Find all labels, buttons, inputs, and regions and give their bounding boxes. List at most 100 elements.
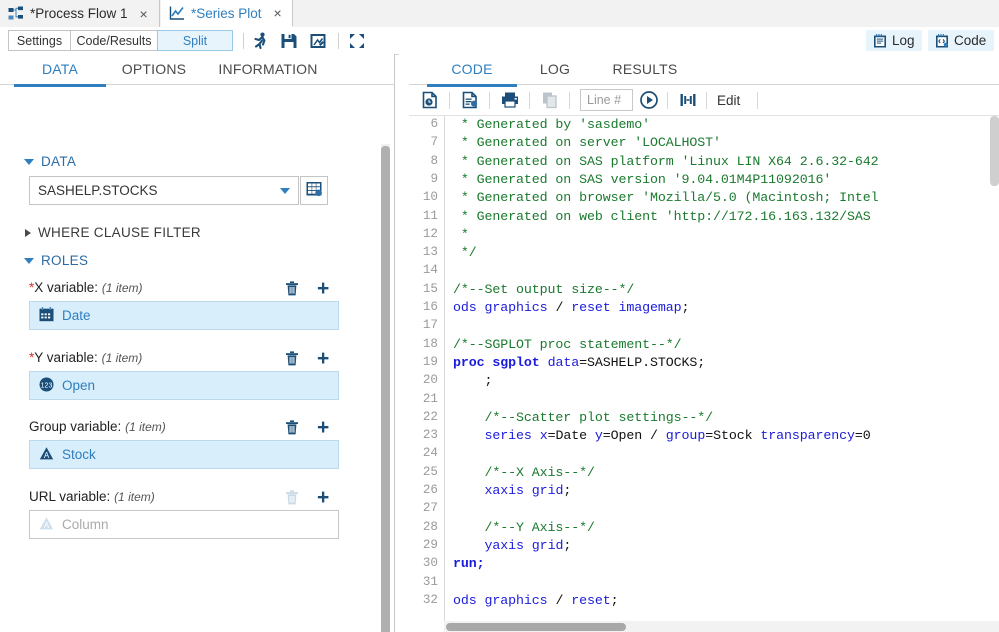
- calendar-icon: [39, 307, 54, 325]
- run-icon[interactable]: [250, 31, 270, 51]
- code-line[interactable]: /*--Y Axis--*/: [453, 520, 595, 535]
- close-icon[interactable]: ×: [274, 6, 282, 20]
- code-line[interactable]: * Generated on SAS platform 'Linux LIN X…: [453, 154, 879, 169]
- tab-options[interactable]: OPTIONS: [108, 54, 200, 84]
- line-number: 23: [423, 428, 438, 442]
- role-item-count: (1 item): [102, 351, 143, 365]
- role-label-text: Y variable:: [34, 350, 98, 365]
- code-line[interactable]: * Generated on SAS version '9.04.01M4P11…: [453, 172, 831, 187]
- group-variable-item[interactable]: A Stock: [29, 440, 339, 469]
- dataset-select[interactable]: SASHELP.STOCKS: [29, 176, 299, 205]
- code-line[interactable]: * Generated on web client 'http://172.16…: [453, 209, 871, 224]
- close-icon[interactable]: ×: [140, 7, 148, 21]
- split-view-button[interactable]: Split: [157, 30, 233, 51]
- save-as-icon[interactable]: [308, 31, 328, 51]
- url-variable-actions: +: [283, 487, 329, 508]
- line-number-input[interactable]: Line #: [580, 89, 633, 111]
- add-icon[interactable]: +: [317, 487, 329, 508]
- tab-log[interactable]: LOG: [521, 54, 589, 84]
- code-line[interactable]: ods graphics / reset imagemap;: [453, 300, 689, 315]
- tab-series-plot[interactable]: *Series Plot ×: [161, 0, 293, 27]
- save-icon[interactable]: [279, 31, 299, 51]
- line-number: 19: [423, 355, 438, 369]
- code-line[interactable]: * Generated by 'sasdemo': [453, 117, 650, 132]
- y-variable-actions: +: [283, 348, 329, 369]
- panel-splitter[interactable]: [399, 54, 409, 632]
- run-code-icon[interactable]: [639, 90, 661, 110]
- code-line[interactable]: */: [453, 245, 477, 260]
- code-horizontal-scrollbar[interactable]: [444, 621, 999, 632]
- url-variable-label: URL variable: (1 item): [29, 489, 155, 504]
- role-item-count: (1 item): [102, 281, 143, 295]
- url-variable-placeholder: Column: [62, 517, 109, 532]
- role-label-text: X variable:: [34, 280, 98, 295]
- edit-button[interactable]: Edit: [717, 93, 740, 108]
- print-icon[interactable]: [500, 90, 522, 110]
- settings-view-button[interactable]: Settings: [8, 30, 71, 51]
- log-button[interactable]: Log: [866, 30, 922, 51]
- add-icon[interactable]: +: [317, 278, 329, 299]
- line-number: 24: [423, 446, 438, 460]
- y-variable-value: Open: [62, 378, 95, 393]
- roles-section-header[interactable]: ROLES: [24, 253, 88, 268]
- log-button-label: Log: [892, 33, 915, 48]
- x-variable-item[interactable]: Date: [29, 301, 339, 330]
- add-icon[interactable]: +: [317, 417, 329, 438]
- code-line[interactable]: * Generated on server 'LOCALHOST': [453, 135, 721, 150]
- line-number: 20: [423, 373, 438, 387]
- new-snippet-icon[interactable]: [460, 90, 482, 110]
- code-line[interactable]: ;: [453, 373, 492, 388]
- tab-data[interactable]: DATA: [14, 54, 106, 87]
- x-variable-label: *X variable: (1 item): [29, 280, 143, 295]
- left-panel-scrollbar[interactable]: [381, 144, 390, 632]
- scrollbar-thumb[interactable]: [446, 623, 626, 631]
- where-clause-filter-header[interactable]: WHERE CLAUSE FILTER: [25, 225, 201, 240]
- code-button[interactable]: Code: [928, 30, 994, 51]
- data-section-header[interactable]: DATA: [24, 154, 76, 169]
- code-line[interactable]: /*--X Axis--*/: [453, 465, 595, 480]
- scrollbar-thumb[interactable]: [381, 146, 390, 632]
- line-number: 30: [423, 556, 438, 570]
- code-icon: [934, 33, 950, 49]
- code-results-view-button[interactable]: Code/Results: [70, 30, 158, 51]
- code-line[interactable]: series x=Date y=Open / group=Stock trans…: [453, 428, 871, 443]
- add-icon[interactable]: +: [317, 348, 329, 369]
- line-number: 28: [423, 520, 438, 534]
- format-code-icon[interactable]: [678, 90, 700, 110]
- select-table-button[interactable]: [300, 176, 328, 205]
- code-line[interactable]: ods graphics / reset;: [453, 593, 619, 608]
- y-variable-item[interactable]: 123 Open: [29, 371, 339, 400]
- maximize-icon[interactable]: [347, 31, 367, 51]
- line-chart-icon: [169, 5, 185, 21]
- tab-code[interactable]: CODE: [427, 54, 517, 87]
- tab-information[interactable]: INFORMATION: [198, 54, 338, 84]
- code-line[interactable]: xaxis grid;: [453, 483, 571, 498]
- code-line[interactable]: /*--SGPLOT proc statement--*/: [453, 337, 682, 352]
- code-line[interactable]: /*--Scatter plot settings--*/: [453, 410, 713, 425]
- delete-icon[interactable]: [283, 350, 301, 368]
- action-toolbar: Settings Code/Results Split: [0, 27, 999, 55]
- delete-icon[interactable]: [283, 419, 301, 437]
- toolbar-divider: [757, 92, 758, 109]
- line-number: 9: [430, 172, 438, 186]
- role-label-text: Group variable:: [29, 419, 121, 434]
- chevron-down-icon: [280, 188, 290, 194]
- code-button-label: Code: [954, 33, 986, 48]
- line-number: 25: [423, 465, 438, 479]
- character-icon: A: [39, 516, 54, 534]
- code-line[interactable]: yaxis grid;: [453, 538, 571, 553]
- code-line[interactable]: /*--Set output size--*/: [453, 282, 634, 297]
- code-line[interactable]: run;: [453, 556, 485, 571]
- code-editor[interactable]: 6789101112131415161718192021222324252627…: [409, 116, 999, 632]
- delete-icon[interactable]: [283, 280, 301, 298]
- code-line[interactable]: proc sgplot data=SASHELP.STOCKS;: [453, 355, 705, 370]
- open-file-icon[interactable]: [420, 90, 442, 110]
- code-line[interactable]: *: [453, 227, 469, 242]
- code-vertical-scrollbar[interactable]: [990, 116, 999, 621]
- scrollbar-thumb[interactable]: [990, 116, 999, 186]
- url-variable-item[interactable]: A Column: [29, 510, 339, 539]
- tab-process-flow[interactable]: *Process Flow 1 ×: [0, 0, 160, 27]
- code-line[interactable]: * Generated on browser 'Mozilla/5.0 (Mac…: [453, 190, 879, 205]
- code-toolbar: Line # Edit: [409, 85, 999, 116]
- tab-results[interactable]: RESULTS: [595, 54, 695, 84]
